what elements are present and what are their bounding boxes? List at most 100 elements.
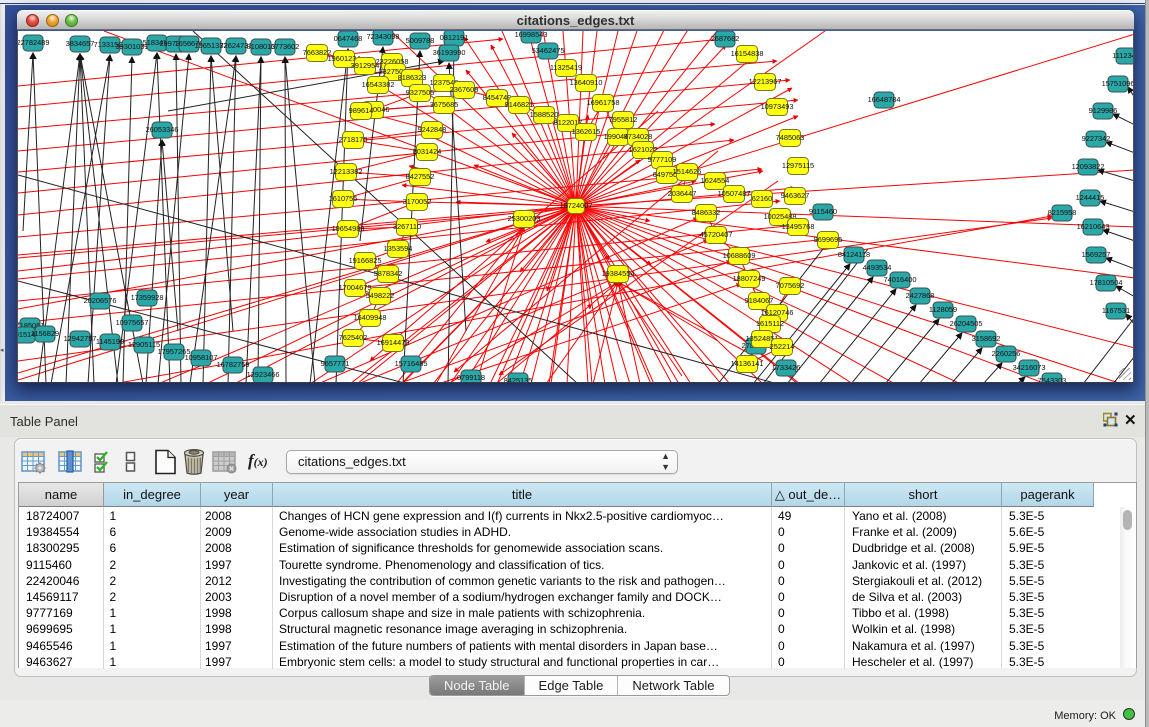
- svg-text:10975657: 10975657: [116, 318, 149, 327]
- svg-text:1112345: 1112345: [1112, 51, 1134, 60]
- svg-text:9146821: 9146821: [505, 100, 534, 109]
- svg-text:19384554: 19384554: [602, 269, 635, 278]
- svg-text:1624554: 1624554: [701, 176, 730, 185]
- svg-text:8427552: 8427552: [406, 172, 435, 181]
- svg-text:16914479: 16914479: [377, 338, 410, 347]
- svg-text:1156829: 1156829: [31, 329, 59, 338]
- svg-text:2367608: 2367608: [450, 85, 479, 94]
- svg-text:5498222: 5498222: [366, 291, 395, 300]
- svg-text:8425135: 8425135: [504, 376, 533, 383]
- svg-text:1128059: 1128059: [929, 305, 957, 314]
- svg-text:3834657: 3834657: [66, 39, 95, 48]
- svg-text:36193990: 36193990: [433, 48, 466, 57]
- svg-text:8031424: 8031424: [413, 147, 442, 156]
- svg-text:16210643: 16210643: [1077, 222, 1110, 231]
- svg-text:12093822: 12093822: [1072, 162, 1105, 171]
- svg-text:12213382: 12213382: [330, 167, 363, 176]
- svg-text:17810504: 17810504: [1090, 278, 1123, 287]
- svg-text:10507487: 10507487: [718, 189, 751, 198]
- svg-text:5009788: 5009788: [406, 36, 435, 45]
- svg-text:12905115: 12905115: [128, 340, 160, 349]
- svg-text:18724007: 18724007: [560, 201, 593, 210]
- svg-text:3267110: 3267110: [393, 222, 421, 231]
- svg-text:2260256: 2260256: [992, 349, 1021, 358]
- svg-text:1362615: 1362615: [572, 127, 601, 136]
- svg-text:13640910: 13640910: [570, 78, 603, 87]
- svg-text:3170052: 3170052: [403, 197, 432, 206]
- svg-text:45720407: 45720407: [700, 230, 733, 239]
- svg-text:20206576: 20206576: [84, 296, 117, 305]
- svg-text:1733426: 1733426: [772, 363, 801, 372]
- svg-text:10973493: 10973493: [761, 102, 794, 111]
- svg-text:7543303: 7543303: [1038, 376, 1067, 383]
- svg-text:72343098: 72343098: [367, 32, 400, 41]
- svg-text:5878342: 5878342: [374, 269, 403, 278]
- svg-text:9115460: 9115460: [809, 207, 837, 216]
- svg-text:9699695: 9699695: [814, 235, 843, 244]
- svg-text:9463627: 9463627: [781, 191, 810, 200]
- svg-text:7075692: 7075692: [776, 281, 805, 290]
- svg-text:9734028: 9734028: [624, 132, 653, 141]
- svg-text:14136141: 14136141: [731, 359, 764, 368]
- svg-text:19654983: 19654983: [332, 224, 365, 233]
- svg-text:1353594: 1353594: [384, 244, 413, 253]
- svg-text:10688609: 10688609: [723, 251, 756, 260]
- svg-text:12213967: 12213967: [749, 77, 782, 86]
- svg-text:84124118: 84124118: [838, 250, 870, 259]
- svg-text:9327505: 9327505: [406, 88, 435, 97]
- svg-text:8486332: 8486332: [692, 208, 721, 217]
- svg-text:26053346: 26053346: [146, 125, 179, 134]
- svg-text:16154838: 16154838: [731, 49, 764, 58]
- svg-text:9657771: 9657771: [321, 359, 350, 368]
- svg-text:0799118: 0799118: [457, 373, 485, 382]
- svg-text:1167531: 1167531: [1102, 306, 1130, 315]
- svg-text:12975115: 12975115: [782, 161, 814, 170]
- svg-text:11325419: 11325419: [550, 63, 582, 72]
- svg-text:989614: 989614: [349, 106, 374, 115]
- svg-text:26204505: 26204505: [950, 319, 983, 328]
- svg-text:25300203: 25300203: [508, 214, 541, 223]
- svg-text:3675685: 3675685: [430, 100, 459, 109]
- svg-text:53462475: 53462475: [532, 46, 565, 55]
- svg-text:1615112: 1615112: [756, 319, 784, 328]
- svg-text:8186323: 8186323: [398, 73, 427, 82]
- svg-text:34216073: 34216073: [1013, 363, 1046, 372]
- svg-text:19166825: 19166825: [349, 256, 382, 265]
- svg-text:8215958: 8215958: [1048, 208, 1077, 217]
- svg-text:9227342: 9227342: [1082, 134, 1111, 143]
- svg-text:18807249: 18807249: [733, 274, 766, 283]
- svg-text:1514626: 1514626: [673, 167, 702, 176]
- svg-text:7625402: 7625402: [339, 333, 368, 342]
- svg-text:252214: 252214: [770, 342, 795, 351]
- svg-text:16961758: 16961758: [587, 98, 620, 107]
- svg-text:0647468: 0647468: [334, 34, 363, 43]
- svg-text:9184067: 9184067: [745, 296, 774, 305]
- svg-text:1610755: 1610755: [329, 194, 358, 203]
- svg-text:1569257: 1569257: [1082, 250, 1111, 259]
- svg-text:4493534: 4493534: [863, 263, 892, 272]
- svg-text:16543382: 16543382: [362, 80, 395, 89]
- svg-text:2036447: 2036447: [668, 189, 697, 198]
- svg-text:1244415: 1244415: [1076, 193, 1105, 202]
- svg-text:12942757: 12942757: [64, 334, 97, 343]
- svg-text:16648784: 16648784: [868, 95, 901, 104]
- svg-text:7955812: 7955812: [609, 115, 638, 124]
- svg-text:2718170: 2718170: [339, 135, 368, 144]
- svg-text:0812191: 0812191: [440, 33, 469, 42]
- svg-text:16998543: 16998543: [515, 31, 548, 39]
- svg-text:74016400: 74016400: [884, 275, 917, 284]
- svg-text:16782759: 16782759: [217, 360, 250, 369]
- svg-text:9242848: 9242848: [418, 125, 447, 134]
- svg-text:9129986: 9129986: [1089, 106, 1118, 115]
- svg-text:2687682: 2687682: [711, 34, 740, 43]
- svg-text:3158692: 3158692: [972, 334, 1001, 343]
- svg-text:10958107: 10958107: [185, 353, 218, 362]
- svg-text:15716485: 15716485: [395, 359, 428, 368]
- svg-text:12923466: 12923466: [247, 370, 280, 379]
- svg-text:16409948: 16409948: [354, 313, 387, 322]
- svg-text:15751096: 15751096: [1102, 79, 1134, 88]
- svg-text:9777109: 9777109: [648, 155, 677, 164]
- svg-text:1145190: 1145190: [96, 337, 124, 346]
- svg-text:62160: 62160: [752, 194, 773, 203]
- svg-text:22782489: 22782489: [18, 38, 49, 47]
